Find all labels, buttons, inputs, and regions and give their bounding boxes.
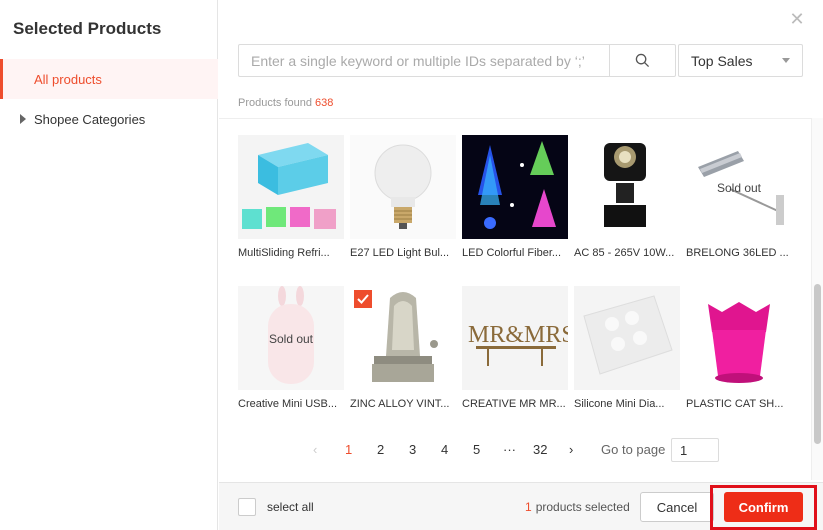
checkmark-icon xyxy=(357,294,369,304)
sidebar-item-shopee-categories[interactable]: Shopee Categories xyxy=(0,99,218,139)
page-ellipsis: ··· xyxy=(503,442,516,457)
product-name: BRELONG 36LED ... xyxy=(686,247,789,259)
sold-out-label: Sold out xyxy=(268,332,314,346)
product-name: Silicone Mini Dia... xyxy=(574,398,665,410)
product-image: MR&MRS xyxy=(462,286,568,390)
page-4[interactable]: 4 xyxy=(441,442,448,457)
confirm-button[interactable]: Confirm xyxy=(724,492,803,522)
sidebar-title: Selected Products xyxy=(13,19,162,38)
footer-bar: select all 1 products selected Cancel Con… xyxy=(219,482,823,530)
product-image xyxy=(574,286,680,390)
product-card[interactable]: LED Colorful Fiber... xyxy=(462,135,568,259)
page-3[interactable]: 3 xyxy=(409,442,416,457)
product-card[interactable]: MR&MRS CREATIVE MR MR... xyxy=(462,286,568,410)
next-page-icon[interactable]: › xyxy=(569,442,573,457)
sort-select-value: Top Sales xyxy=(691,52,753,69)
products-found-label: Products found xyxy=(238,97,312,109)
sidebar: Selected Products All products Shopee Ca… xyxy=(0,0,218,530)
product-grid: MultiSliding Refri... E27 LED Light Bul.… xyxy=(219,118,811,480)
product-picker-panel: ✕ Top Sales Products found638 xyxy=(219,0,823,530)
product-name: ZINC ALLOY VINT... xyxy=(350,398,450,410)
scrollbar[interactable] xyxy=(811,118,823,480)
product-name: MultiSliding Refri... xyxy=(238,247,330,259)
product-name: LED Colorful Fiber... xyxy=(462,247,562,259)
product-name: CREATIVE MR MR... xyxy=(462,398,566,410)
product-card[interactable]: Sold out BRELONG 36LED ... xyxy=(686,135,792,259)
search-input[interactable] xyxy=(239,45,609,76)
cancel-button[interactable]: Cancel xyxy=(640,492,714,522)
product-image: Sold out xyxy=(686,135,792,239)
close-icon[interactable]: ✕ xyxy=(789,10,805,28)
chevron-down-icon xyxy=(782,58,790,63)
page-2[interactable]: 2 xyxy=(377,442,384,457)
select-all-label: select all xyxy=(267,500,314,514)
product-card[interactable]: MultiSliding Refri... xyxy=(238,135,344,259)
sidebar-item-label: All products xyxy=(34,71,102,87)
goto-page-input[interactable] xyxy=(671,438,719,462)
products-found: Products found 638 xyxy=(238,97,333,109)
svg-text:MR&MRS: MR&MRS xyxy=(468,322,568,348)
pagination: ‹ 1 2 3 4 5 ··· 32 › Go to page xyxy=(219,436,823,464)
product-card[interactable]: PLASTIC CAT SH... xyxy=(686,286,792,410)
product-name: AC 85 - 265V 10W... xyxy=(574,247,675,259)
search-icon xyxy=(635,53,650,68)
product-image xyxy=(350,286,456,390)
sidebar-item-label: Shopee Categories xyxy=(34,111,146,127)
product-image xyxy=(462,135,568,239)
product-image: Sold out xyxy=(238,286,344,390)
scrollbar-thumb[interactable] xyxy=(814,284,821,444)
prev-page-icon[interactable]: ‹ xyxy=(313,442,317,457)
page-32[interactable]: 32 xyxy=(533,442,547,457)
sold-out-label: Sold out xyxy=(716,181,762,195)
selected-checkbox[interactable] xyxy=(354,290,372,308)
page-5[interactable]: 5 xyxy=(473,442,480,457)
selected-count-text: 1 products selected xyxy=(525,500,630,514)
caret-right-icon[interactable] xyxy=(20,114,26,124)
select-all-checkbox[interactable] xyxy=(238,498,256,516)
selected-count: 1 xyxy=(525,500,532,514)
product-name: Creative Mini USB... xyxy=(238,398,338,410)
product-card[interactable]: Sold out Creative Mini USB... xyxy=(238,286,344,410)
product-image xyxy=(350,135,456,239)
selected-count-label: products selected xyxy=(535,500,630,514)
product-image xyxy=(686,286,792,390)
products-found-count: 638 xyxy=(315,97,334,109)
product-image xyxy=(574,135,680,239)
product-card[interactable]: E27 LED Light Bul... xyxy=(350,135,456,259)
goto-page-label: Go to page xyxy=(601,442,666,457)
search-button[interactable] xyxy=(609,45,675,76)
product-card[interactable]: Silicone Mini Dia... xyxy=(574,286,680,410)
product-name: PLASTIC CAT SH... xyxy=(686,398,784,410)
page-1[interactable]: 1 xyxy=(345,442,352,457)
sort-select[interactable]: Top Sales xyxy=(678,44,803,77)
product-image xyxy=(238,135,344,239)
product-name: E27 LED Light Bul... xyxy=(350,247,450,259)
product-card[interactable]: AC 85 - 265V 10W... xyxy=(574,135,680,259)
product-card[interactable]: ZINC ALLOY VINT... xyxy=(350,286,456,410)
sidebar-item-all-products[interactable]: All products xyxy=(0,59,218,99)
search-bar xyxy=(238,44,676,77)
